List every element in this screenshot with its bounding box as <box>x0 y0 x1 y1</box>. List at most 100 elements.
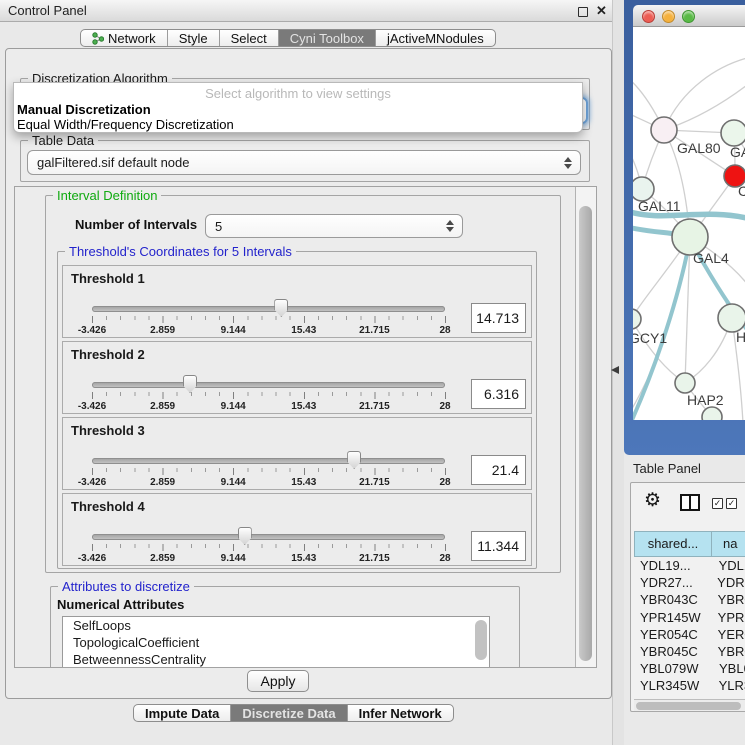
table-cell: YBR045C <box>634 643 713 660</box>
slider-thumb[interactable] <box>274 299 288 317</box>
tick-label: 9.144 <box>221 325 246 336</box>
attribute-list-item[interactable]: TopologicalCoefficient <box>63 634 489 651</box>
threshold-panel: Threshold 4-3.4262.8599.14415.4321.71528… <box>62 493 532 566</box>
tab-discretize-data[interactable]: Discretize Data <box>231 705 347 721</box>
table-panel-title: Table Panel <box>633 461 701 476</box>
tick-label: 28 <box>439 477 450 488</box>
network-node[interactable] <box>675 373 695 393</box>
table-cell: YDR2 <box>712 574 745 591</box>
float-window-icon[interactable] <box>578 7 588 17</box>
minimize-traffic-light[interactable] <box>662 10 675 23</box>
table-cell: YER054C <box>634 626 713 643</box>
popup-hint: Select algorithm to view settings <box>14 86 582 101</box>
tab-cyni-toolbox-label: Cyni Toolbox <box>290 31 364 46</box>
table-row[interactable]: YER054CYER0 <box>634 626 745 643</box>
table-panel: Table Panel ⚙ ✓ ✓ shared... na YDL19...Y… <box>624 455 745 745</box>
slider-track[interactable] <box>92 534 445 540</box>
top-tab-strip: Network Style Select Cyni Toolbox jActiv… <box>80 29 496 47</box>
checkbox-icon[interactable]: ✓ <box>712 498 723 509</box>
table-row[interactable]: YBR045CYBR0 <box>634 643 745 660</box>
network-canvas[interactable]: GAL80GACGAL11GAL4GCY1HHAP2 <box>633 27 745 420</box>
number-of-intervals-combobox[interactable]: 5 <box>205 214 463 238</box>
network-window-titlebar[interactable] <box>633 5 745 27</box>
table-row[interactable]: YDL19...YDL1 <box>634 557 745 574</box>
tab-select[interactable]: Select <box>220 30 279 46</box>
table-row[interactable]: YPR145WYPR1 <box>634 609 745 626</box>
settings-vertical-scrollbar[interactable] <box>575 187 596 667</box>
slider-track[interactable] <box>92 458 445 464</box>
network-node[interactable] <box>718 304 745 332</box>
apply-button[interactable]: Apply <box>247 670 309 692</box>
table-cell: YPR145W <box>634 609 713 626</box>
network-node[interactable] <box>633 309 641 329</box>
numerical-attributes-list: SelfLoopsTopologicalCoefficientBetweenne… <box>62 616 490 668</box>
number-of-intervals-value: 5 <box>215 219 222 234</box>
network-node[interactable] <box>702 407 722 420</box>
column-header-name[interactable]: na <box>712 531 745 557</box>
tick-label: 2.859 <box>150 553 175 564</box>
gear-icon[interactable]: ⚙ <box>644 491 661 510</box>
popup-option-manual-discretization[interactable]: Manual Discretization <box>17 102 151 117</box>
control-panel-title: Control Panel <box>8 3 87 18</box>
threshold-value-field[interactable]: 21.4 <box>471 455 526 485</box>
tab-style[interactable]: Style <box>168 30 220 46</box>
zoom-traffic-light[interactable] <box>682 10 695 23</box>
close-traffic-light[interactable] <box>642 10 655 23</box>
tick-label: 2.859 <box>150 325 175 336</box>
tab-jactivemnodules[interactable]: jActiveMNodules <box>376 30 495 46</box>
threshold-value-field[interactable]: 14.713 <box>471 303 526 333</box>
slider-major-ticks <box>92 468 446 475</box>
tick-label: 15.43 <box>291 325 316 336</box>
tick-label: 21.715 <box>359 401 390 412</box>
table-row[interactable]: YDR27...YDR2 <box>634 574 745 591</box>
tick-label: 15.43 <box>291 401 316 412</box>
slider-thumb[interactable] <box>347 451 361 469</box>
column-header-shared-name[interactable]: shared... <box>634 531 712 557</box>
threshold-panel: Threshold 3-3.4262.8599.14415.4321.71528… <box>62 417 532 490</box>
tab-network[interactable]: Network <box>81 30 168 46</box>
table-cell: YBL079W <box>634 660 714 677</box>
network-node-label: GCY1 <box>633 330 667 346</box>
attribute-list-item[interactable]: SelfLoops <box>63 617 489 634</box>
table-horizontal-scrollbar[interactable] <box>634 699 745 711</box>
table-cell: YDL19... <box>634 557 714 574</box>
network-node[interactable] <box>651 117 677 143</box>
tick-label: 21.715 <box>359 553 390 564</box>
attributes-group-title: Attributes to discretize <box>58 579 194 594</box>
network-node-label: GAL11 <box>638 198 681 214</box>
tab-cyni-toolbox[interactable]: Cyni Toolbox <box>279 30 376 46</box>
thresholds-group-title: Threshold's Coordinates for 5 Intervals <box>65 244 296 259</box>
table-data-combobox[interactable]: galFiltered.sif default node <box>27 150 581 175</box>
slider-track[interactable] <box>92 306 445 312</box>
attribute-list-item[interactable]: BetweennessCentrality <box>63 651 489 668</box>
network-node-label: C <box>738 183 745 199</box>
columns-icon[interactable] <box>680 494 700 511</box>
control-panel-window: Control Panel ✕ Network Style Select Cyn… <box>0 0 618 745</box>
threshold-value-field[interactable]: 6.316 <box>471 379 526 409</box>
tick-label: 15.43 <box>291 477 316 488</box>
table-hscrollbar-thumb[interactable] <box>636 702 741 710</box>
tick-label: 9.144 <box>221 401 246 412</box>
table-row[interactable]: YBL079WYBL0 <box>634 660 745 677</box>
tick-label: 21.715 <box>359 325 390 336</box>
table-row[interactable]: YBR043CYBR0 <box>634 591 745 608</box>
close-icon[interactable]: ✕ <box>596 3 607 19</box>
tab-impute-data[interactable]: Impute Data <box>134 705 231 721</box>
settings-scrollbar-thumb[interactable] <box>579 206 592 661</box>
threshold-panel: Threshold 2-3.4262.8599.14415.4321.71528… <box>62 341 532 414</box>
network-graph: GAL80GACGAL11GAL4GCY1HHAP2 <box>633 27 745 420</box>
slider-major-ticks <box>92 392 446 399</box>
table-cell: YBR043C <box>634 591 713 608</box>
tab-infer-network[interactable]: Infer Network <box>348 705 453 721</box>
checkbox-icon[interactable]: ✓ <box>726 498 737 509</box>
popup-option-equal-width-frequency[interactable]: Equal Width/Frequency Discretization <box>17 117 234 132</box>
slider-thumb[interactable] <box>238 527 252 545</box>
number-of-intervals-label: Number of Intervals <box>75 217 197 232</box>
threshold-label: Threshold 3 <box>71 423 145 438</box>
threshold-value-field[interactable]: 11.344 <box>471 531 526 561</box>
table-row[interactable]: YLR345WYLR3 <box>634 677 745 694</box>
slider-track[interactable] <box>92 382 445 388</box>
network-node[interactable] <box>721 120 745 146</box>
attributes-list-scrollbar[interactable] <box>475 620 487 660</box>
slider-thumb[interactable] <box>183 375 197 393</box>
